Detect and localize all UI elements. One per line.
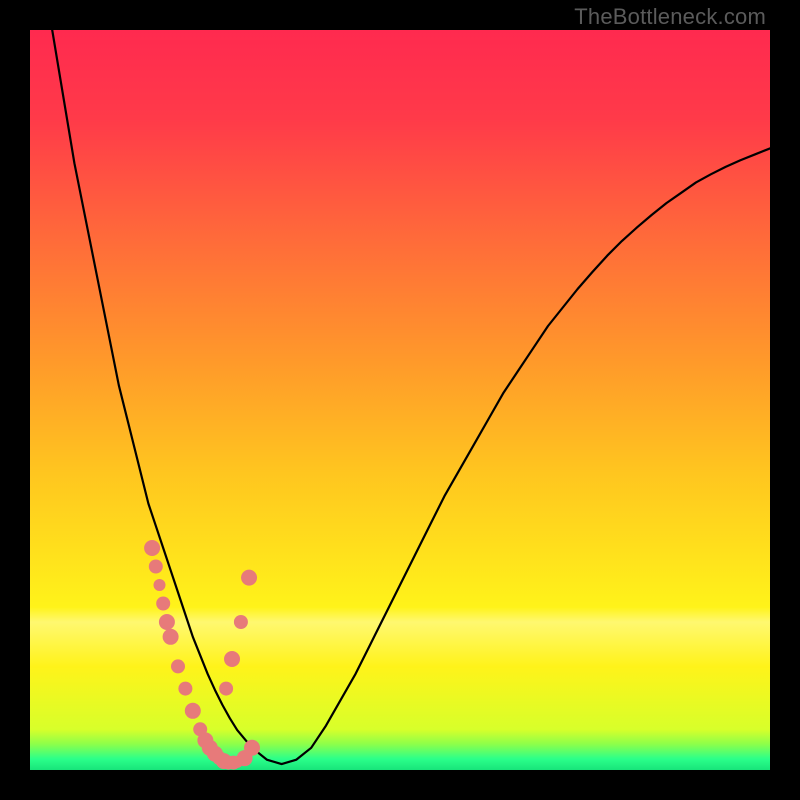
data-marker <box>149 560 163 574</box>
chart-frame: TheBottleneck.com <box>0 0 800 800</box>
data-marker <box>144 540 160 556</box>
data-marker <box>219 682 233 696</box>
data-marker <box>156 597 170 611</box>
bottleneck-curve <box>52 30 770 764</box>
data-marker <box>159 614 175 630</box>
data-marker <box>163 629 179 645</box>
data-marker <box>234 615 248 629</box>
data-marker <box>154 579 166 591</box>
data-marker <box>178 682 192 696</box>
data-marker <box>244 740 260 756</box>
data-marker <box>185 703 201 719</box>
data-marker <box>241 570 257 586</box>
watermark-text: TheBottleneck.com <box>574 4 766 30</box>
data-marker <box>224 651 240 667</box>
curve-layer <box>30 30 770 770</box>
data-marker <box>171 659 185 673</box>
plot-area <box>30 30 770 770</box>
